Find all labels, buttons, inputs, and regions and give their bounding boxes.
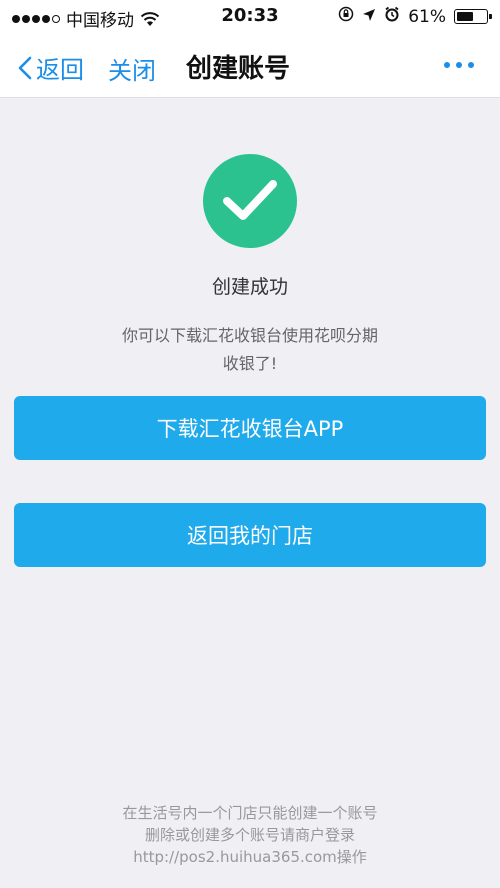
download-app-button[interactable]: 下载汇花收银台APP (14, 396, 486, 460)
chevron-left-icon (18, 56, 32, 79)
status-bar: 中国移动 20:33 61% (0, 0, 500, 34)
battery-fill (457, 12, 474, 21)
footer-line2: 删除或创建多个账号请商户登录 (144, 826, 355, 844)
page-title: 创建账号 (186, 54, 291, 84)
success-desc-line1: 你可以下载汇花收银台使用花呗分期 (121, 326, 378, 345)
location-arrow-icon (362, 7, 376, 27)
status-right: 61% (338, 6, 492, 27)
alarm-clock-icon (384, 6, 400, 27)
close-button[interactable]: 关闭 (108, 51, 156, 86)
battery-percent: 61% (408, 6, 446, 27)
success-description: 你可以下载汇花收银台使用花呗分期 收银了! (90, 322, 410, 378)
footer-note: 在生活号内一个门店只能创建一个账号 删除或创建多个账号请商户登录 http://… (0, 802, 500, 868)
nav-bar: 返回 关闭 创建账号 (0, 34, 500, 98)
success-title: 创建成功 (211, 276, 288, 298)
success-desc-line2: 收银了! (222, 354, 278, 373)
more-dots-icon[interactable] (444, 62, 474, 68)
back-label: 返回 (36, 56, 84, 84)
check-icon (203, 154, 297, 248)
return-store-button[interactable]: 返回我的门店 (14, 503, 486, 567)
battery-icon (454, 9, 492, 24)
back-button[interactable]: 返回 (18, 50, 84, 85)
footer-line1: 在生活号内一个门店只能创建一个账号 (122, 804, 378, 822)
footer-line3: http://pos2.huihua365.com操作 (133, 848, 367, 866)
rotation-lock-icon (338, 6, 354, 27)
